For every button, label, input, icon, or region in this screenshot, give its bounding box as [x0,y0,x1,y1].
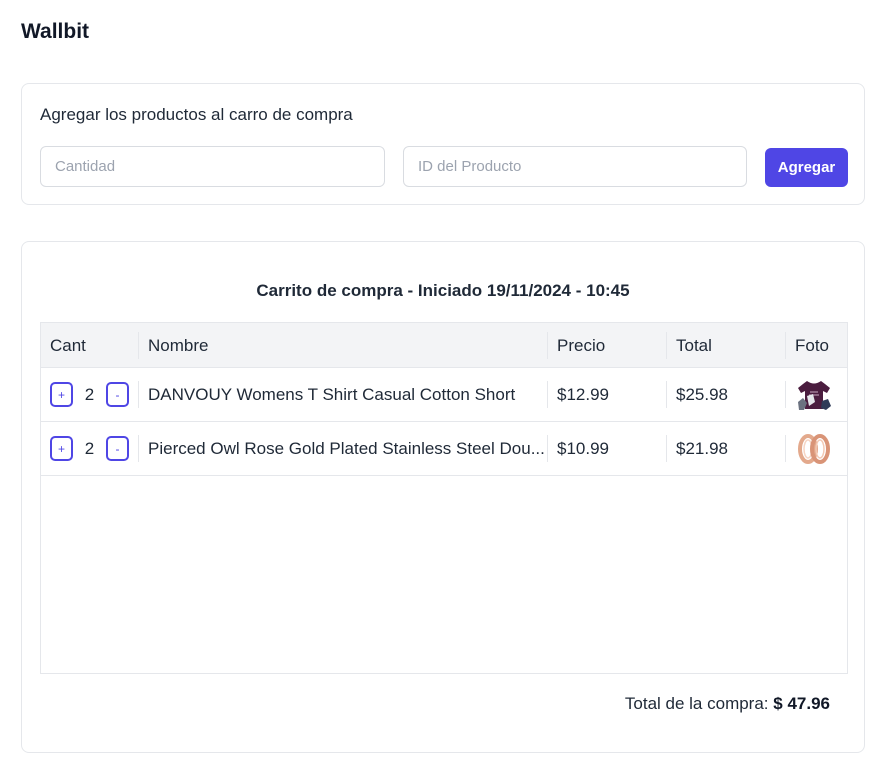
cart-card: Carrito de compra - Iniciado 19/11/2024 … [21,241,865,753]
product-total: $25.98 [666,381,785,408]
product-total: $21.98 [666,435,785,462]
product-photo-cell [785,434,847,464]
decrement-button[interactable]: - [106,382,129,407]
increment-button[interactable]: + [50,382,73,407]
column-header-precio: Precio [547,332,666,359]
increment-button[interactable]: + [50,436,73,461]
quantity-control: + 2 - [50,382,129,407]
earrings-photo-icon [798,434,830,464]
table-row: + 2 - DANVOUY Womens T Shirt Casual Cott… [41,368,847,422]
add-button[interactable]: Agregar [765,148,848,187]
product-price: $12.99 [547,381,666,408]
quantity-value: 2 [84,384,95,404]
cart-title: Carrito de compra - Iniciado 19/11/2024 … [256,281,630,300]
tshirt-photo-icon [798,381,831,410]
product-id-input[interactable] [403,146,747,187]
grand-total-label: Total de la compra: [624,694,769,713]
product-photo-cell [785,381,847,410]
grand-total-value: $ 47.96 [773,694,830,713]
quantity-control: + 2 - [50,436,129,461]
column-header-cant: Cant [50,336,86,355]
column-header-foto: Foto [785,332,847,359]
product-name: DANVOUY Womens T Shirt Casual Cotton Sho… [138,381,547,408]
table-row: + 2 - Pierced Owl Rose Gold Plated Stain… [41,422,847,476]
add-form-title: Agregar los productos al carro de compra [40,105,353,124]
grand-total: Total de la compra: $ 47.96 [625,694,830,714]
cart-table: Cant Nombre Precio Total Foto + 2 - DANV… [40,322,848,674]
quantity-value: 2 [84,438,95,458]
app-brand: Wallbit [21,20,90,43]
quantity-input[interactable] [40,146,385,187]
add-product-card: Agregar los productos al carro de compra… [21,83,865,205]
product-price: $10.99 [547,435,666,462]
product-name: Pierced Owl Rose Gold Plated Stainless S… [138,435,547,462]
table-header: Cant Nombre Precio Total Foto [41,323,847,368]
decrement-button[interactable]: - [106,436,129,461]
column-header-nombre: Nombre [138,332,547,359]
column-header-total: Total [666,332,785,359]
